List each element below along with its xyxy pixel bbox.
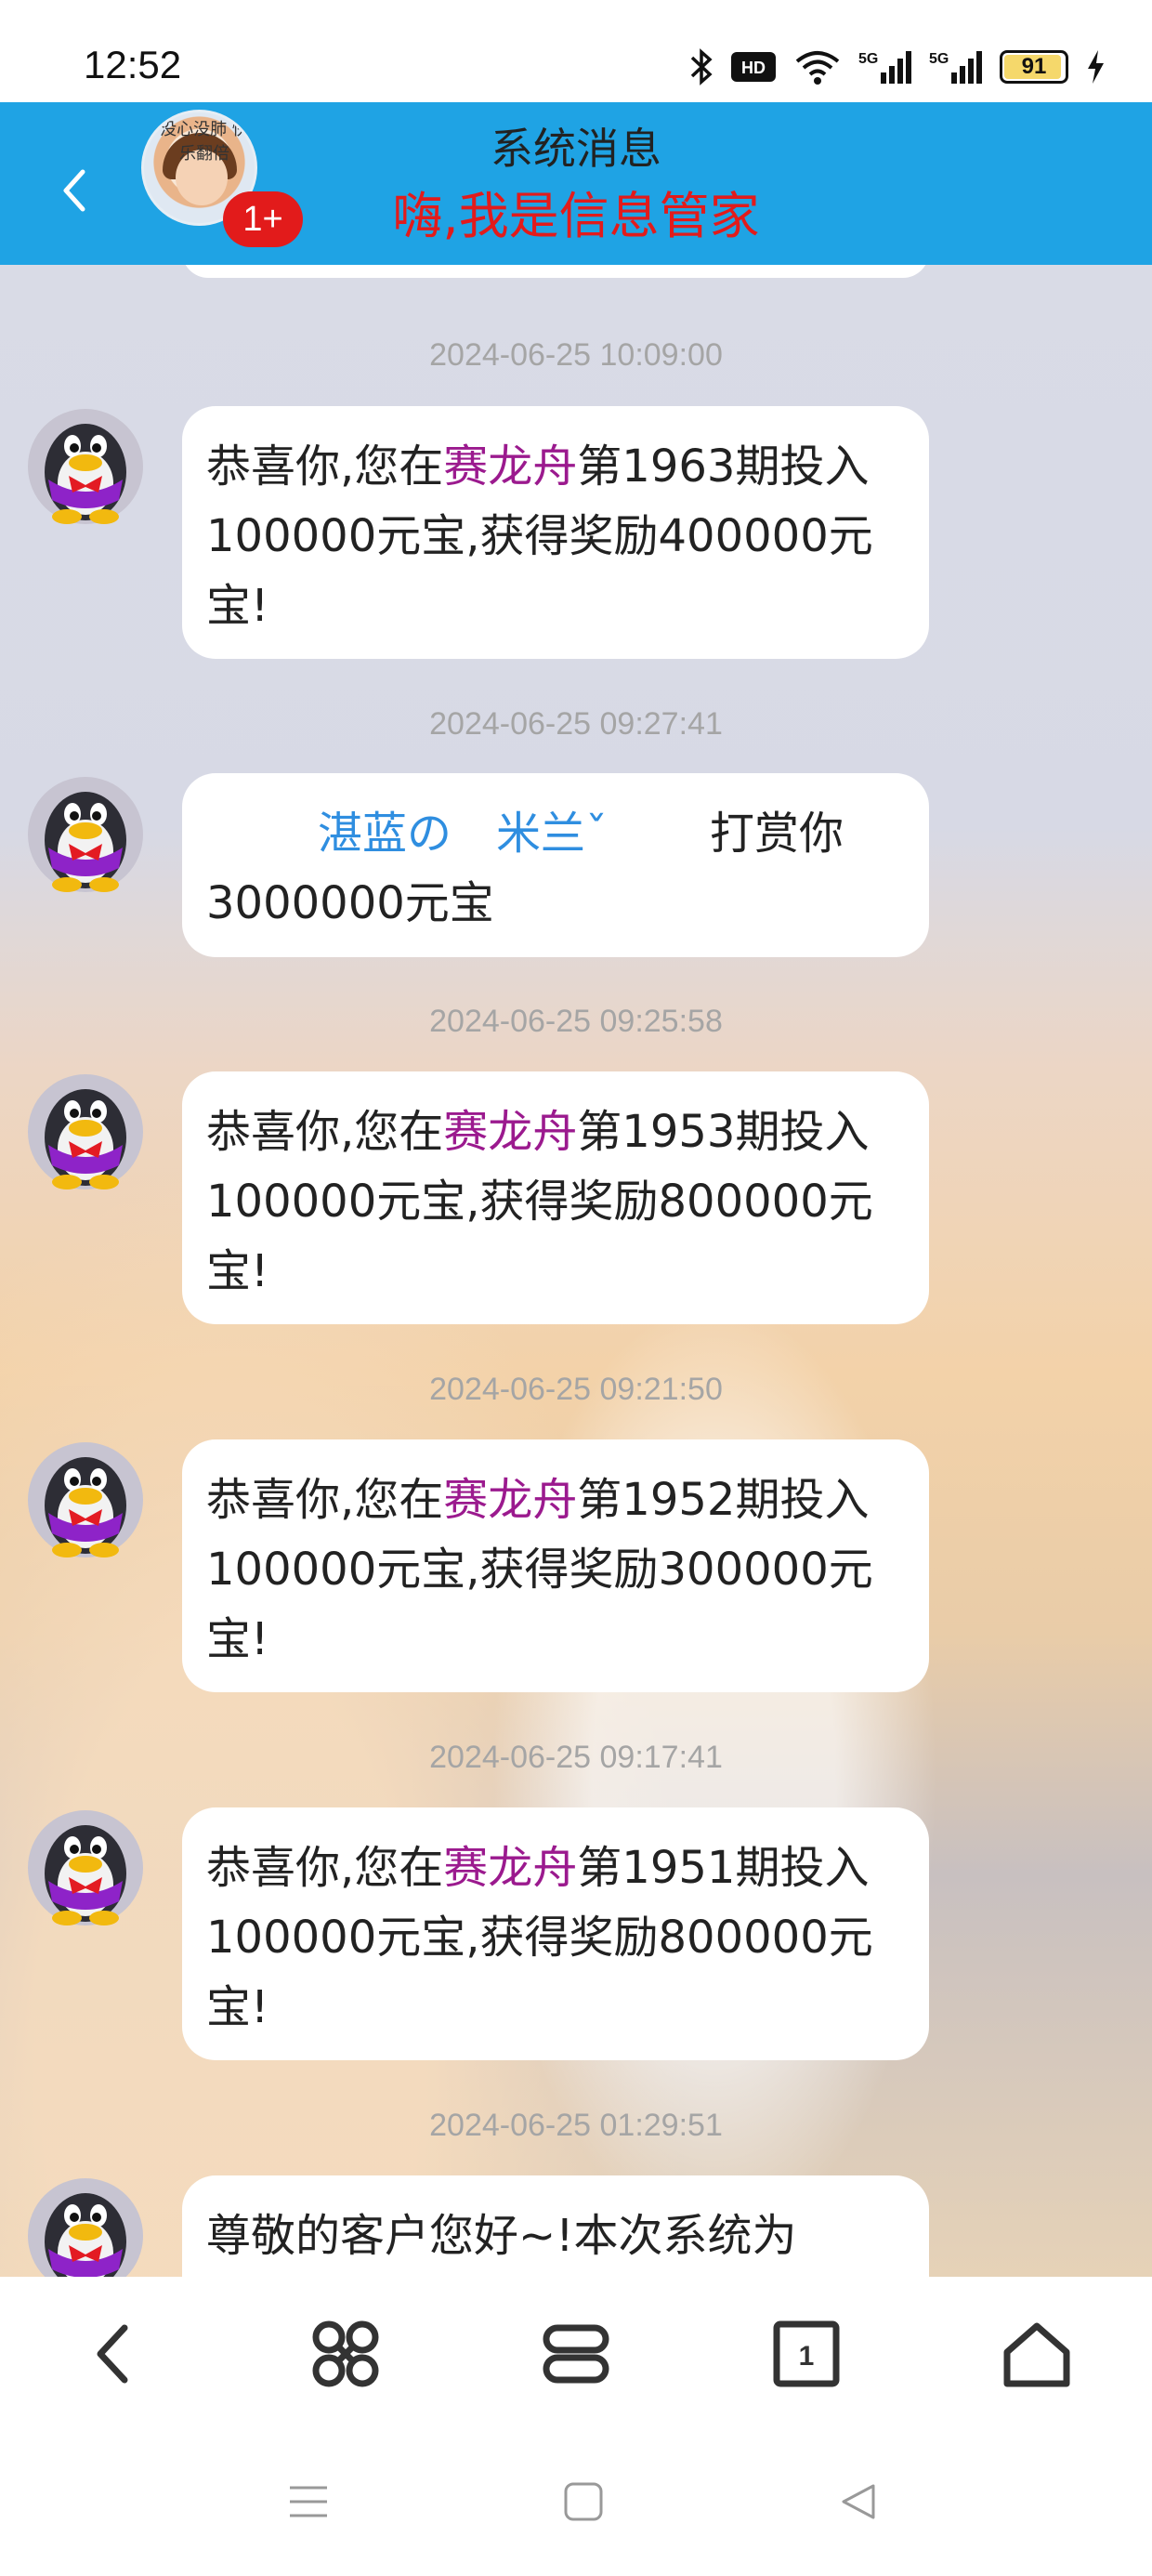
tipper-name-link[interactable]: 湛蓝の 米兰ˇ [318,808,608,860]
penguin-icon [28,2178,143,2277]
message-text: 恭喜你,您在 [206,1842,444,1894]
home-button[interactable] [995,2312,1079,2396]
sender-avatar[interactable] [26,2176,145,2277]
previous-message-bubble [182,265,929,278]
tabs-button[interactable]: 1 [765,2312,848,2396]
message-bubble[interactable]: 尊敬的客户您好~!本次系统为 [182,2175,929,2277]
hd-icon: HD [730,51,777,83]
battery-level: 91 [1021,54,1047,79]
svg-text:5G: 5G [929,51,949,67]
svg-text:5G: 5G [858,51,878,67]
penguin-icon [28,409,143,524]
charging-icon [1085,48,1106,85]
status-bar: 12:52 HD 5G 5G 91 [0,0,1152,102]
bluetooth-icon [689,48,713,85]
sender-avatar[interactable] [26,1808,145,1927]
game-name-link[interactable]: 赛龙舟 [443,1842,577,1894]
sender-avatar[interactable] [26,407,145,526]
message-bubble[interactable]: 恭喜你,您在赛龙舟第1963期投入100000元宝,获得奖励400000元宝! [182,406,929,659]
recents-button[interactable] [276,2469,341,2534]
page-subtitle: 嗨,我是信息管家 [392,187,760,245]
back-icon [97,2324,128,2383]
game-name-link[interactable]: 赛龙舟 [443,440,577,493]
game-name-link[interactable]: 赛龙舟 [443,1106,577,1158]
signal-5g-icon: 5G [858,48,912,85]
message-text: 恭喜你,您在 [206,1106,444,1158]
message-timestamp: 2024-06-25 09:25:58 [429,1004,723,1039]
message-text: 恭喜你,您在 [206,1474,444,1526]
home-icon [1003,2322,1070,2386]
tabs-icon: 1 [773,2320,840,2386]
message-text: 恭喜你,您在 [206,440,444,493]
message-timestamp: 2024-06-25 10:09:00 [429,337,723,373]
recents-icon [290,2486,327,2517]
menu-button[interactable] [534,2312,618,2396]
message-timestamp: 2024-06-25 09:17:41 [429,1740,723,1775]
status-icons: HD 5G 5G 91 [689,41,1106,93]
nav-back-button[interactable] [827,2469,892,2534]
signal-5g-icon: 5G [929,48,983,85]
menu-icon [543,2324,609,2383]
shortcuts-button[interactable] [304,2312,387,2396]
wifi-icon [793,48,842,85]
toolbar-back-button[interactable] [73,2312,157,2396]
penguin-icon [28,777,143,892]
message-bubble[interactable]: 恭喜你,您在赛龙舟第1953期投入100000元宝,获得奖励800000元宝! [182,1071,929,1324]
status-time: 12:52 [84,43,182,86]
message-bubble[interactable]: 恭喜你,您在赛龙舟第1952期投入100000元宝,获得奖励300000元宝! [182,1439,929,1692]
chat-area[interactable]: 2024-06-25 10:09:00 恭喜你,您在赛龙舟第1963期投入100… [0,265,1152,2277]
penguin-icon [28,1442,143,1557]
chat-header: 没心没肺 快乐翻倍 1+ 系统消息 嗨,我是信息管家 [0,102,1152,265]
penguin-icon [28,1074,143,1189]
browser-toolbar: 1 [0,2277,1152,2430]
battery-icon: 91 [1000,50,1068,84]
shortcuts-icon [312,2320,379,2386]
svg-text:HD: HD [741,59,766,77]
message-timestamp: 2024-06-25 09:27:41 [429,706,723,742]
game-name-link[interactable]: 赛龙舟 [443,1474,577,1526]
page-title: 系统消息 [491,124,661,174]
back-triangle-icon [842,2484,875,2519]
message-timestamp: 2024-06-25 09:21:50 [429,1372,723,1407]
home-square-icon [564,2482,603,2521]
sender-avatar[interactable] [26,1072,145,1191]
system-nav-bar [0,2430,1152,2576]
message-bubble[interactable]: 湛蓝の 米兰ˇ 打赏你3000000元宝 [182,773,929,957]
message-bubble[interactable]: 恭喜你,您在赛龙舟第1951期投入100000元宝,获得奖励800000元宝! [182,1807,929,2060]
message-text: 尊敬的客户您好~!本次系统为 [206,2210,797,2262]
message-timestamp: 2024-06-25 01:29:51 [429,2108,723,2143]
sender-avatar[interactable] [26,775,145,894]
tab-count: 1 [799,2341,815,2372]
penguin-icon [28,1810,143,1925]
sender-avatar[interactable] [26,1440,145,1559]
nav-home-button[interactable] [551,2469,616,2534]
